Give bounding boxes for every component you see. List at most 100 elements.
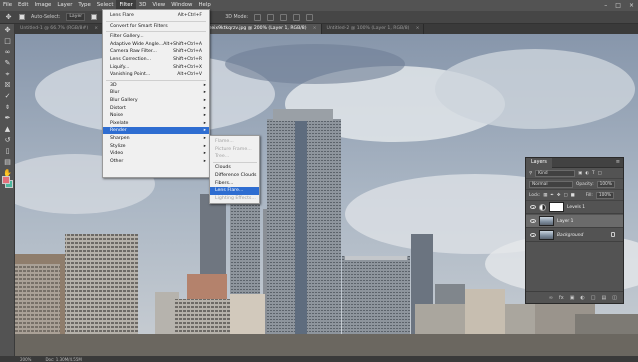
filter-menu-item-stylize[interactable]: Stylize ▸ [103,143,209,150]
close-icon[interactable]: × [629,2,634,9]
brush-icon[interactable]: ✒ [3,114,12,123]
lock-all-icon[interactable]: ■ [571,193,575,198]
new-layer-icon[interactable]: ▤ [602,295,607,301]
filter-menu-item-3d[interactable]: 3D ▸ [103,82,209,89]
filter-menu-item-convert-for-smart-filters[interactable]: Convert for Smart Filters [103,23,209,30]
delete-layer-icon[interactable]: ◫ [612,295,617,301]
lock-position-icon[interactable]: ✥ [557,193,561,198]
render-menu-item-clouds[interactable]: Clouds [210,164,259,172]
frame-icon[interactable]: ☒ [3,81,12,90]
filter-menu-item-lens-flare[interactable]: Lens Flare Alt+Ctrl+F [103,12,209,19]
move-tool-icon[interactable]: ✥ [4,13,13,22]
transform-controls-checkbox[interactable] [91,14,98,20]
layer-mask-thumbnail[interactable] [549,202,564,212]
quick-select-icon[interactable]: ✎ [3,59,12,68]
link-layers-icon[interactable]: ∞ [549,295,553,301]
opacity-field[interactable]: 100% [596,180,615,188]
fill-field[interactable]: 100% [595,191,615,199]
visibility-eye-icon[interactable] [530,219,536,223]
filter-menu-item-render[interactable]: Render ▸ [103,127,209,135]
close-tab-icon[interactable]: × [94,24,98,34]
submenu-arrow-icon: ▸ [203,90,206,96]
menu-separator [106,79,206,81]
gradient-icon[interactable]: ▤ [3,158,12,167]
menu-item-label: Camera Raw Filter... [110,49,157,55]
3d-roll-icon[interactable] [267,13,275,21]
maximize-icon[interactable]: □ [615,2,621,9]
filter-menu-item-vanishing-point[interactable]: Vanishing Point... Alt+Ctrl+V [103,71,209,78]
3d-mode-label: 3D Mode: [225,14,249,20]
filter-menu-item-liquify[interactable]: Liquify... Shift+Ctrl+X [103,64,209,71]
menu-item-label: 3D [110,82,117,88]
filter-menu-item-video[interactable]: Video ▸ [103,150,209,157]
filter-menu-item-other[interactable]: Other ▸ [103,158,209,165]
lock-image-icon[interactable]: ✒ [550,193,554,198]
marquee-icon[interactable]: □ [3,37,12,46]
doc-tab[interactable]: Untitled-2 @ 100% (Layer 1, RGB/8) × [321,24,425,34]
visibility-eye-icon[interactable] [530,205,536,209]
eyedropper-icon[interactable]: ✓ [3,92,12,101]
clone-stamp-icon[interactable]: ▲ [3,125,12,134]
3d-scale-icon[interactable] [306,13,314,21]
crop-icon[interactable]: ⌖ [3,70,12,79]
fx-icon[interactable]: fx [559,295,564,301]
menu-type[interactable]: Type [75,0,93,11]
panel-menu-icon[interactable]: ≡ [616,159,620,165]
filter-menu-item-lens-correction[interactable]: Lens Correction... Shift+Ctrl+R [103,56,209,63]
submenu-arrow-icon: ▸ [203,136,206,141]
new-group-icon[interactable]: □ [591,295,596,301]
filter-menu-item-blur[interactable]: Blur ▸ [103,89,209,96]
close-tab-icon[interactable]: × [313,24,317,34]
visibility-eye-icon[interactable] [530,233,536,237]
render-menu-item-difference-clouds[interactable]: Difference Clouds [210,172,259,180]
filter-type-icon[interactable]: T [592,171,595,176]
render-menu-item-lens-flare[interactable]: Lens Flare... [210,187,259,195]
render-menu-item-fibers[interactable]: Fibers... [210,180,259,188]
tab-layers[interactable]: Layers [526,157,552,168]
lock-row: Lock: ▦ ✒ ✥ □ ■ Fill: 100% [526,190,623,201]
filter-image-icon[interactable]: ▣ [578,171,582,176]
lasso-icon[interactable]: ∞ [3,48,12,57]
menu-edit[interactable]: Edit [15,0,31,11]
blend-mode-dropdown[interactable]: Normal [529,180,573,188]
auto-select-checkbox[interactable] [19,14,25,20]
kind-filter-dropdown[interactable]: Kind [535,169,576,177]
menu-item-label: Render [110,128,127,134]
new-adjustment-icon[interactable]: ◐ [580,295,584,301]
levels-adjustment-icon [539,203,546,211]
filter-shape-icon[interactable]: □ [598,171,602,176]
eraser-icon[interactable]: ▯ [3,147,12,156]
minimize-icon[interactable]: – [604,2,607,9]
filter-adjustment-icon[interactable]: ◐ [585,171,589,176]
history-brush-icon[interactable]: ↺ [3,136,12,145]
filter-menu-item-adaptive-wide-angle[interactable]: Adaptive Wide Angle... Alt+Shift+Ctrl+A [103,41,209,48]
filter-menu-item-camera-raw-filter[interactable]: Camera Raw Filter... Shift+Ctrl+A [103,48,209,55]
zoom-level[interactable]: 200% [20,357,31,362]
auto-select-dropdown[interactable]: Layer [66,13,86,21]
filter-menu-item-filter-gallery[interactable]: Filter Gallery... [103,33,209,40]
layer-row-layer1[interactable]: Layer 1 [526,215,623,228]
move-icon[interactable]: ✥ [3,26,12,35]
layer-row-levels[interactable]: Levels 1 [526,201,623,214]
filter-menu-item-noise[interactable]: Noise ▸ [103,112,209,119]
lock-artboard-icon[interactable]: □ [564,193,568,198]
add-mask-icon[interactable]: ▣ [570,295,575,301]
doc-tab[interactable]: Untitled-1 @ 66.7% (RGB/8#) × [15,24,104,34]
3d-slide-icon[interactable] [293,13,301,21]
menu-file[interactable]: File [0,0,15,11]
menu-image[interactable]: Image [31,0,54,11]
menu-shortcut: Alt+Ctrl+F [177,13,202,18]
filter-menu-item-blur-gallery[interactable]: Blur Gallery ▸ [103,97,209,104]
filter-menu-item-pixelate[interactable]: Pixelate ▸ [103,120,209,127]
layer-row-background[interactable]: Background [526,229,623,242]
lock-pixels-icon[interactable]: ▦ [543,193,547,198]
filter-menu-item-sharpen[interactable]: Sharpen ▸ [103,135,209,142]
submenu-arrow-icon: ▸ [203,158,206,164]
healing-brush-icon[interactable]: ⌽ [3,103,12,112]
filter-menu-item-distort[interactable]: Distort ▸ [103,105,209,112]
close-tab-icon[interactable]: × [416,24,420,34]
3d-pan-icon[interactable] [280,13,288,21]
menu-layer[interactable]: Layer [54,0,75,11]
foreground-color-swatch[interactable] [2,176,10,184]
3d-orbit-icon[interactable] [254,13,262,21]
